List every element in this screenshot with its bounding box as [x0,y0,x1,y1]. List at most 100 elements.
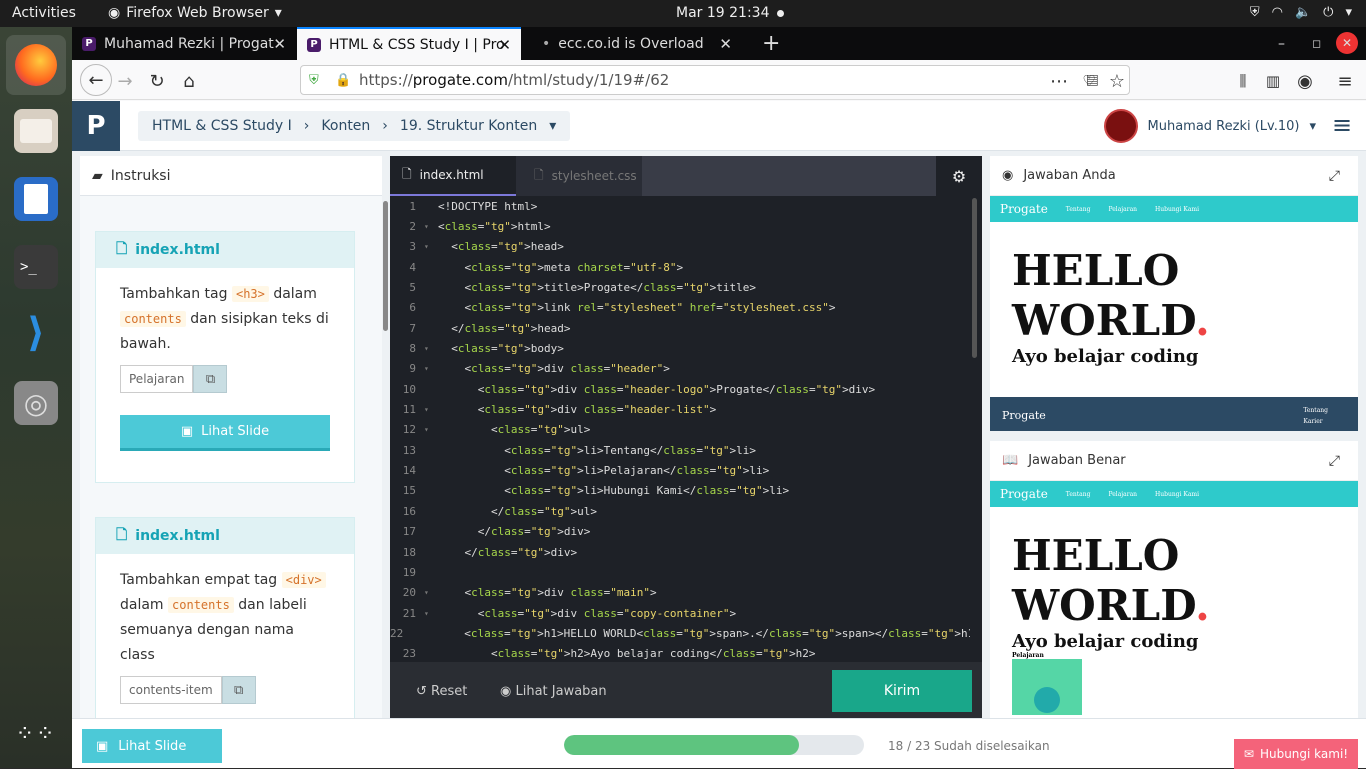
menu-icon[interactable]: ≡ [1332,68,1358,94]
code-line[interactable]: 22 <class="tg">h1>HELLO WORLD<class="tg"… [390,623,970,643]
code-line[interactable]: 23 <class="tg">h2>Ayo belajar coding</cl… [390,644,970,662]
code-area[interactable]: 1 <!DOCTYPE html> 2 ▾ <class="tg">html> 3 ▾ <c… [390,196,970,662]
library-icon[interactable]: ⫼ [1230,68,1256,94]
crumb-lesson[interactable]: 19. Struktur Konten [400,118,537,134]
expand-icon[interactable]: ⤢ [1329,168,1340,184]
pocket-icon[interactable]: ♡ [1076,68,1102,94]
reset-button[interactable]: ↺ Reset [416,684,467,699]
system-tray[interactable]: ⛨ ◠ 🔈 ⏻ ▾ [1250,5,1352,20]
new-tab-button[interactable]: + [752,27,790,60]
code-line[interactable]: 18 </class="tg">div> [390,542,970,562]
expand-icon[interactable]: ⤢ [1329,453,1340,469]
scrollbar[interactable] [383,201,388,331]
fold-icon[interactable]: ▾ [424,405,438,414]
preview-nav-item: Pelajaran [1108,205,1138,213]
button-label: Reset [431,684,468,699]
reload-button[interactable]: ↻ [144,68,170,94]
crumb-course[interactable]: HTML & CSS Study I [152,118,292,134]
line-number: 16 [402,504,416,518]
contact-button[interactable]: ✉ Hubungi kami! [1234,739,1358,769]
account-icon[interactable]: ◉ [1292,68,1318,94]
code-line[interactable]: 17 </class="tg">div> [390,522,970,542]
view-slide-button[interactable]: ▣ Lihat Slide [120,415,330,451]
fold-icon[interactable]: ▾ [424,242,438,251]
code-line[interactable]: 15 <class="tg">li>Hubungi Kami</class="t… [390,481,970,501]
code-line[interactable]: 8 ▾ <class="tg">body> [390,338,970,358]
progate-logo[interactable]: P [72,101,120,151]
fold-icon[interactable]: ▾ [424,609,438,618]
tab-stylesheet-css[interactable]: 🗋 stylesheet.css [516,156,642,196]
view-answer-button[interactable]: ◉ Lihat Jawaban [500,684,607,699]
code-line[interactable]: 10 <class="tg">div class="header-logo">P… [390,379,970,399]
app-menu[interactable]: ◉ Firefox Web Browser ▾ [108,5,282,21]
copy-icon[interactable]: ⧉ [221,676,256,704]
fold-icon[interactable]: ▾ [424,364,438,373]
code-line[interactable]: 7 </class="tg">head> [390,318,970,338]
preview-h2: Ayo belajar coding [1012,346,1199,367]
gear-icon[interactable]: ⚙ [936,156,982,196]
wifi-icon: ◠ [1271,5,1283,20]
fold-icon[interactable]: ▾ [424,425,438,434]
code-line[interactable]: 1 <!DOCTYPE html> [390,196,970,216]
bookmark-star-icon[interactable]: ☆ [1104,68,1130,94]
code-line[interactable]: 13 <class="tg">li>Tentang</class="tg">li… [390,440,970,460]
crumb-section[interactable]: Konten [321,118,370,134]
files-icon[interactable] [14,109,58,153]
code-line[interactable]: 19 [390,562,970,582]
tab-ecc[interactable]: • ecc.co.id is Overload ✕ [532,27,742,60]
more-icon[interactable]: ⋯ [1046,68,1072,94]
window-close-button[interactable]: ✕ [1336,32,1358,54]
close-icon[interactable]: ✕ [498,36,511,54]
fold-icon[interactable]: ▾ [424,222,438,231]
hamburger-menu-icon[interactable]: ≡ [1332,113,1356,137]
code-text: </class="tg">div> [438,525,591,539]
maximize-button[interactable]: ◻ [1302,27,1331,60]
preview-header: ◉ Jawaban Anda ⤢ [990,156,1358,196]
code-line[interactable]: 5 <class="tg">title>Progate</class="tg">… [390,277,970,297]
dock: >_ ⟩ ◎ ⁘⁘ [0,27,72,768]
fold-icon[interactable]: ▾ [424,588,438,597]
code-line[interactable]: 9 ▾ <class="tg">div class="header"> [390,359,970,379]
code-line[interactable]: 6 <class="tg">link rel="stylesheet" href… [390,298,970,318]
code-line[interactable]: 14 <class="tg">li>Pelajaran</class="tg">… [390,460,970,480]
apps-grid-icon[interactable]: ⁘⁘ [14,713,58,757]
view-slide-button[interactable]: ▣ Lihat Slide [82,729,222,763]
tab-study[interactable]: P HTML & CSS Study I | Pro ✕ [297,27,521,60]
scrollbar[interactable] [972,198,977,358]
writer-icon[interactable] [14,177,58,221]
terminal-icon[interactable]: >_ [14,245,58,289]
code-line[interactable]: 12 ▾ <class="tg">ul> [390,420,970,440]
disc-icon[interactable]: ◎ [14,381,58,425]
chevron-down-icon[interactable]: ▾ [549,118,556,134]
copy-icon[interactable]: ⧉ [193,365,228,393]
close-icon[interactable]: ✕ [719,35,732,53]
chevron-down-icon: ▾ [1309,118,1316,134]
url-bar[interactable]: ⛨ 🔒 https://progate.com/html/study/1/19#… [300,65,1130,95]
volume-icon: 🔈 [1294,5,1312,20]
tab-profile[interactable]: P Muhamad Rezki | Progat ✕ [72,27,296,60]
clock[interactable]: Mar 19 21:34 [676,5,769,21]
minimize-button[interactable]: – [1268,27,1295,60]
footer-link: Tentang [1303,407,1328,414]
close-icon[interactable]: ✕ [273,35,286,53]
code-line[interactable]: 16 </class="tg">ul> [390,501,970,521]
forward-button[interactable]: → [112,68,138,94]
code-line[interactable]: 20 ▾ <class="tg">div class="main"> [390,583,970,603]
code-line[interactable]: 2 ▾ <class="tg">html> [390,216,970,236]
code-line[interactable]: 11 ▾ <class="tg">div class="header-list"> [390,399,970,419]
code-line[interactable]: 3 ▾ <class="tg">head> [390,237,970,257]
fold-icon[interactable]: ▾ [424,344,438,353]
activities-button[interactable]: Activities [12,5,76,21]
code-line[interactable]: 21 ▾ <class="tg">div class="copy-containe… [390,603,970,623]
submit-button[interactable]: Kirim [832,670,972,712]
code-line[interactable]: 4 <class="tg">meta charset="utf-8"> [390,257,970,277]
preview-logo: Progate [1000,487,1048,501]
sidebar-icon[interactable]: ▥ [1260,68,1286,94]
tab-index-html[interactable]: 🗋 index.html [390,156,516,196]
firefox-dock-icon[interactable] [6,35,66,95]
back-button[interactable]: ← [80,64,112,96]
preview-nav-item: Tentang [1065,490,1091,498]
home-button[interactable]: ⌂ [176,68,202,94]
vscode-icon[interactable]: ⟩ [14,310,58,356]
user-menu[interactable]: Muhamad Rezki (Lv.10) ▾ [1103,109,1316,143]
